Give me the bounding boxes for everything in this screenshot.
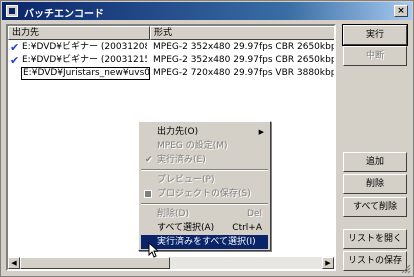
menu-item-save-project[interactable]: プロジェクトの保存(S)	[141, 187, 268, 201]
menu-separator	[141, 169, 268, 171]
horizontal-scrollbar[interactable]: ◀ ▶	[8, 257, 334, 269]
delete-button[interactable]: 削除	[343, 174, 407, 194]
menu-separator	[141, 203, 268, 205]
mouse-pointer-icon	[148, 242, 158, 258]
scroll-left-icon[interactable]: ◀	[8, 257, 20, 269]
check-icon[interactable]: ✔	[10, 54, 20, 67]
row-output-path: E:¥DVD¥ビギナー (20031208...	[22, 42, 147, 52]
menu-item-preview[interactable]: プレビュー(P)	[141, 173, 268, 187]
add-button[interactable]: 追加	[343, 152, 407, 172]
resize-grip-icon[interactable]	[401, 264, 411, 274]
menu-item-select-all[interactable]: すべて選択(A) Ctrl+A	[141, 221, 268, 235]
menu-item-delete[interactable]: 削除(D) Del	[141, 207, 268, 221]
row-format: MPEG-2 720x480 29.97fps VBR 3880kbps, Li…	[153, 68, 336, 78]
list-row[interactable]: E:¥DVD¥Juristars_new¥uvs0... MPEG-2 720x…	[8, 67, 336, 80]
row-output-path: E:¥DVD¥ビギナー (20031215...	[22, 55, 147, 65]
menu-item-mpeg-settings[interactable]: MPEG の設定(M)	[141, 139, 268, 153]
window-title: バッチエンコード	[24, 9, 104, 20]
check-icon[interactable]: ✔	[10, 41, 20, 54]
title-bar[interactable]: バッチエンコード ×	[2, 2, 412, 20]
column-header-output[interactable]: 出力先	[8, 26, 150, 40]
close-button[interactable]: ×	[394, 5, 408, 17]
list-row[interactable]: ✔ E:¥DVD¥ビギナー (20031208... MPEG-2 352x48…	[8, 41, 336, 54]
scroll-right-icon[interactable]: ▶	[322, 257, 334, 269]
menu-item-output-dest[interactable]: 出力先(O) ▶	[141, 125, 268, 139]
row-output-path-editor[interactable]: E:¥DVD¥Juristars_new¥uvs0...	[21, 67, 150, 80]
list-row[interactable]: ✔ E:¥DVD¥ビギナー (20031215... MPEG-2 352x48…	[8, 54, 336, 67]
list-header: 出力先 形式	[8, 26, 334, 40]
menu-item-select-all-done[interactable]: 実行済みをすべて選択(I)	[141, 235, 268, 249]
abort-button[interactable]: 中断	[343, 46, 407, 66]
check-icon: ✔	[145, 155, 153, 165]
open-list-button[interactable]: リストを開く	[343, 229, 407, 249]
submenu-arrow-icon: ▶	[258, 128, 264, 136]
app-icon	[6, 5, 18, 17]
project-icon	[144, 190, 152, 198]
row-format: MPEG-2 352x480 29.97fps CBR 2650kbps, Li…	[153, 42, 336, 52]
run-button[interactable]: 実行	[342, 24, 408, 46]
save-list-button[interactable]: リストの保存	[343, 251, 407, 271]
delete-all-button[interactable]: すべて削除	[343, 197, 407, 217]
scroll-thumb[interactable]	[20, 257, 170, 269]
column-header-format[interactable]: 形式	[150, 26, 334, 40]
row-format: MPEG-2 352x480 29.97fps CBR 2650kbps, Li…	[153, 55, 336, 65]
context-menu: 出力先(O) ▶ MPEG の設定(M) ✔ 実行済み(E) プレビュー(P) …	[138, 121, 271, 251]
menu-item-done[interactable]: ✔ 実行済み(E)	[141, 153, 268, 167]
